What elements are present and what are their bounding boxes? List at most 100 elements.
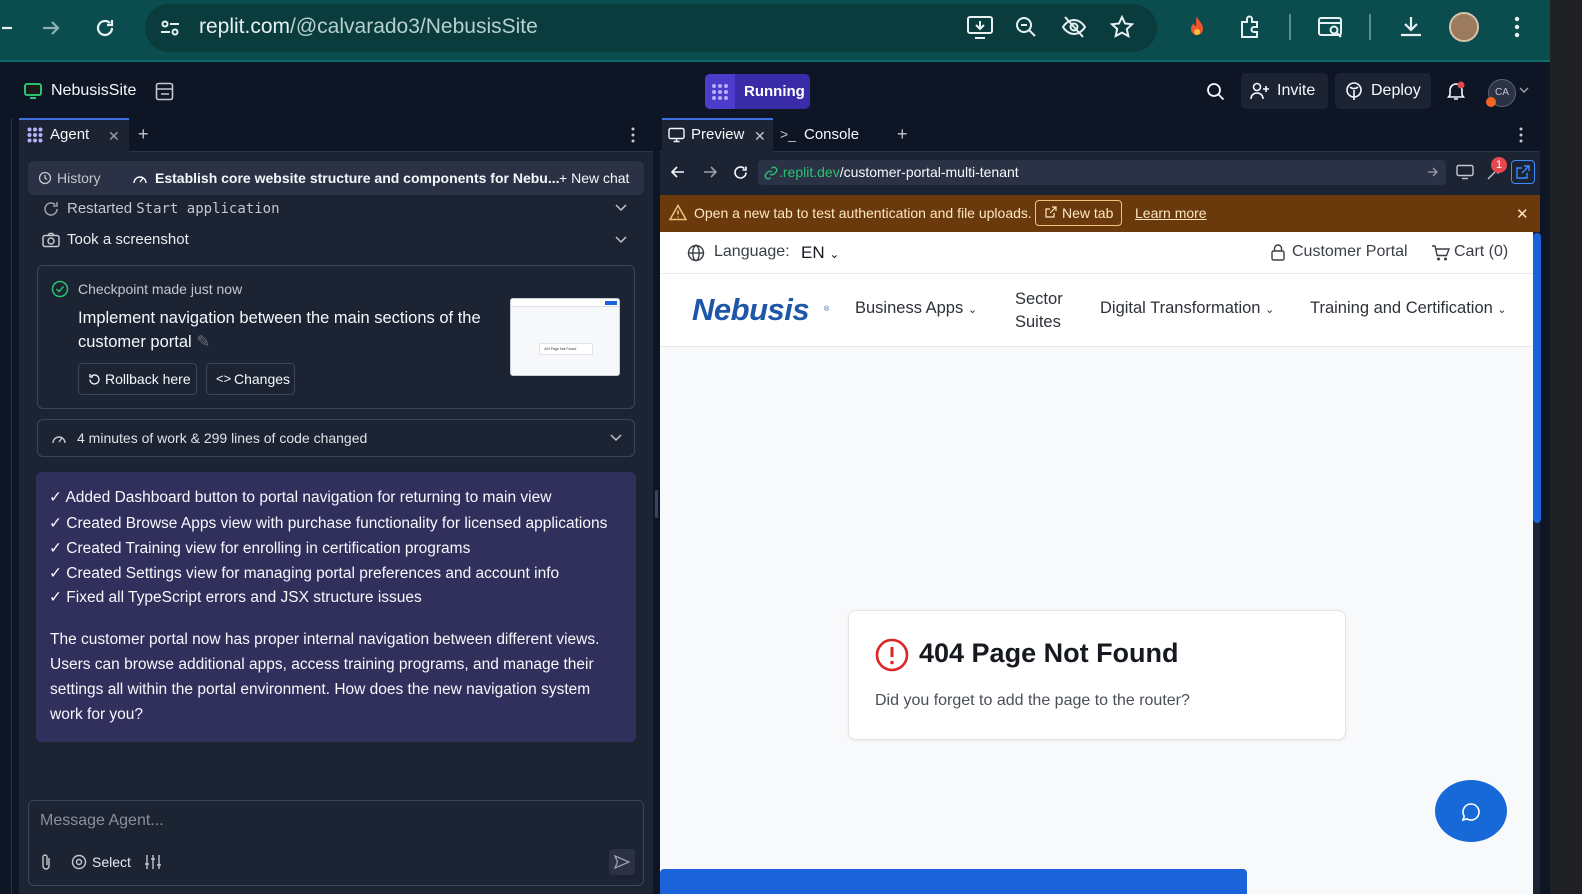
toolbar-divider [1369, 14, 1371, 40]
project-name[interactable]: NebusisSite [51, 82, 136, 100]
lock-icon [1270, 243, 1286, 261]
step-restarted-prefix: Restarted [67, 200, 133, 217]
nav-digital-transformation[interactable]: Digital Transformation ⌄ [1100, 299, 1274, 318]
run-grid-icon [711, 83, 729, 101]
go-arrow-icon[interactable] [1427, 167, 1439, 177]
reload-icon[interactable] [93, 16, 117, 40]
history-icon[interactable] [38, 171, 52, 185]
camera-icon [42, 232, 60, 248]
tab-search-icon[interactable] [1317, 14, 1345, 40]
chevron-down-icon: ⌄ [967, 304, 978, 316]
browser-menu-icon[interactable] [1506, 15, 1528, 39]
forward-icon[interactable] [40, 17, 62, 39]
nav-business-apps[interactable]: Business Apps ⌄ [855, 299, 977, 318]
summary-item: ✓ Added Dashboard button to portal navig… [49, 489, 552, 506]
preview-back-icon[interactable] [670, 165, 686, 179]
left-sidebar-strip [0, 118, 12, 894]
deploy-icon [1344, 81, 1364, 101]
back-icon[interactable] [0, 18, 12, 38]
chevron-down-icon[interactable] [615, 204, 627, 212]
zoom-icon[interactable] [1014, 15, 1038, 39]
nav-digital-transformation-label: Digital Transformation [1100, 299, 1261, 317]
send-icon [614, 854, 630, 870]
changes-label: Changes [234, 371, 291, 387]
tab-preview-label: Preview [691, 126, 745, 143]
extension-fire-icon[interactable] [1185, 14, 1209, 40]
learn-more-link[interactable]: Learn more [1135, 205, 1207, 221]
nebusis-logo[interactable]: Nebusis [692, 292, 810, 328]
message-input[interactable]: Message Agent... [40, 812, 164, 830]
site-info-icon[interactable] [158, 16, 182, 40]
chevron-down-icon[interactable] [610, 434, 622, 442]
eye-off-icon[interactable] [1061, 15, 1087, 39]
chevron-down-icon[interactable] [615, 236, 627, 244]
sliders-icon[interactable] [144, 853, 162, 871]
summary-paragraph: The customer portal now has proper inter… [50, 631, 600, 723]
device-icon[interactable] [1456, 164, 1474, 180]
check-circle-icon [51, 280, 69, 298]
run-status-label: Running [744, 83, 805, 100]
download-icon[interactable] [1398, 14, 1424, 40]
chevron-down-icon: ⌄ [1497, 304, 1507, 316]
step-restarted-code: Start application [136, 201, 280, 217]
language-select[interactable]: EN ⌄ [801, 243, 839, 263]
preview-forward-icon[interactable] [702, 165, 718, 179]
preview-reload-icon[interactable] [732, 164, 749, 181]
nav-training-certification[interactable]: Training and Certification ⌄ [1310, 299, 1507, 318]
warning-icon [669, 204, 687, 221]
customer-portal-link[interactable]: Customer Portal [1292, 243, 1408, 261]
new-tab-label: New tab [1062, 205, 1114, 221]
bell-icon[interactable] [1446, 81, 1466, 101]
add-tab-icon[interactable]: + [138, 124, 149, 145]
chat-bubble-icon [1461, 802, 1481, 822]
chat-title[interactable]: Establish core website structure and com… [155, 170, 560, 186]
chevron-down-icon[interactable] [1519, 86, 1529, 94]
rollback-icon [88, 373, 101, 386]
new-chat-button[interactable]: + New chat [559, 170, 629, 186]
external-link-icon [1045, 206, 1057, 218]
edit-pencil-icon[interactable]: ✎ [196, 333, 210, 351]
external-link-icon [1516, 165, 1530, 179]
install-app-icon[interactable] [966, 14, 994, 40]
checkpoint-screenshot-thumbnail[interactable]: 404 Page Not Found [510, 298, 620, 376]
work-summary-text: 4 minutes of work & 299 lines of code ch… [77, 430, 368, 446]
extensions-puzzle-icon[interactable] [1238, 14, 1264, 40]
gauge-icon [132, 171, 148, 185]
summary-item: ✓ Created Settings view for managing por… [49, 565, 560, 582]
error-card [848, 610, 1346, 740]
url-text[interactable]: replit.com/@calvarado3/NebusisSite [199, 15, 538, 39]
preview-scrollbar[interactable] [1533, 233, 1541, 523]
deploy-label: Deploy [1371, 82, 1421, 99]
cart-link[interactable]: Cart (0) [1454, 243, 1508, 261]
paperclip-icon[interactable] [39, 853, 53, 871]
preview-url[interactable]: .replit.dev/customer-portal-multi-tenant [779, 164, 1019, 180]
close-tab-icon[interactable]: ✕ [108, 128, 120, 145]
panel-resize-divider[interactable] [653, 118, 660, 894]
error-subtitle: Did you forget to add the page to the ro… [875, 692, 1190, 709]
add-tab-icon[interactable]: + [897, 124, 908, 145]
registered-mark: ® [824, 306, 830, 313]
nav-business-apps-label: Business Apps [855, 299, 964, 317]
more-options-icon[interactable] [629, 126, 637, 144]
summary-item: ✓ Created Training view for enrolling in… [49, 540, 471, 557]
select-button[interactable]: Select [92, 854, 131, 870]
devtools-badge: 1 [1491, 157, 1507, 173]
window-edge [1550, 0, 1582, 894]
checkpoint-description: Implement navigation between the main se… [78, 306, 498, 354]
history-button[interactable]: History [57, 170, 101, 186]
thumbnail-error-text: 404 Page Not Found [539, 343, 593, 355]
close-banner-icon[interactable]: ✕ [1516, 205, 1529, 223]
more-options-icon[interactable] [1517, 126, 1525, 144]
layout-icon[interactable] [155, 82, 174, 101]
bookmark-star-icon[interactable] [1110, 15, 1134, 39]
search-icon[interactable] [1206, 82, 1225, 101]
toolbar-divider [1289, 14, 1291, 40]
chevron-down-icon: ⌄ [829, 247, 840, 261]
close-tab-icon[interactable]: ✕ [754, 128, 766, 145]
profile-avatar[interactable] [1449, 12, 1479, 42]
tab-console[interactable]: Console [804, 126, 859, 143]
site-bottom-banner [660, 869, 1247, 894]
project-monitor-icon [24, 82, 42, 100]
nav-sector-suites[interactable]: Sector Suites [1015, 288, 1063, 334]
nav-sector-suites-line2: Suites [1015, 313, 1061, 331]
